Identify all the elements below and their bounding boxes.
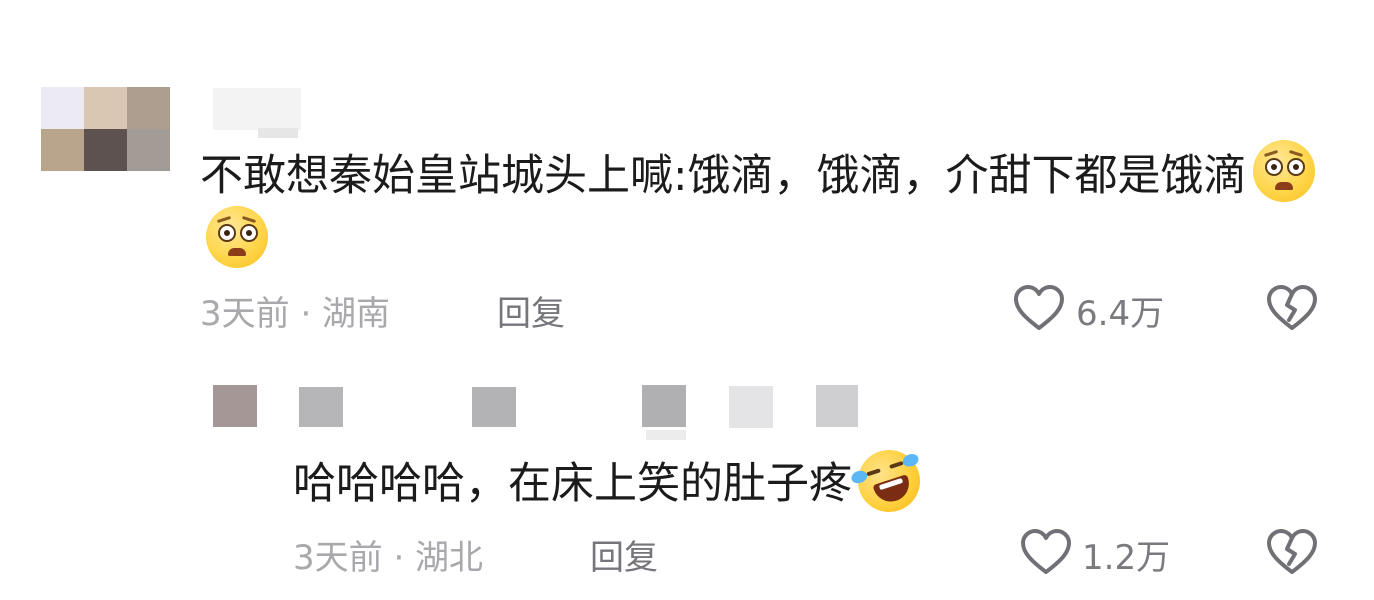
avatar[interactable] xyxy=(41,87,170,171)
reply-button[interactable]: 回复 xyxy=(497,286,565,335)
reply-avatar[interactable] xyxy=(213,385,257,427)
comment-time-location: 3天前 · 湖南 xyxy=(200,294,391,334)
reply-reply-button[interactable]: 回复 xyxy=(590,530,658,579)
dislike-broken-heart-icon[interactable] xyxy=(1266,284,1318,332)
reply-target-blurred xyxy=(816,385,858,427)
reply-target-blurred xyxy=(642,385,686,427)
reply-username-blurred xyxy=(472,387,516,427)
rolling-on-floor-laughing-icon xyxy=(849,441,929,521)
username-blurred[interactable] xyxy=(213,88,301,130)
dislike-broken-heart-icon[interactable] xyxy=(1266,528,1318,576)
reply-name-accent xyxy=(646,430,686,440)
comment-text: 不敢想秦始皇站城头上喊:饿滴，饿滴，介甜下都是饿滴 xyxy=(200,140,1330,272)
reply-time-location: 3天前 · 湖北 xyxy=(293,538,484,578)
pleading-face-icon xyxy=(206,206,268,268)
like-heart-icon[interactable] xyxy=(1020,528,1072,576)
reply-target-blurred xyxy=(729,386,773,428)
like-heart-icon[interactable] xyxy=(1013,284,1065,332)
pleading-face-icon xyxy=(1252,140,1315,202)
reply-username-blurred[interactable] xyxy=(299,387,343,427)
reply-text: 哈哈哈哈，在床上笑的肚子疼 xyxy=(293,441,1293,521)
like-count: 6.4万 xyxy=(1076,294,1165,334)
reply-body: 哈哈哈哈，在床上笑的肚子疼 xyxy=(293,459,852,509)
comment-body: 不敢想秦始皇站城头上喊:饿滴，饿滴，介甜下都是饿滴 xyxy=(200,151,1247,201)
reply-like-count: 1.2万 xyxy=(1082,538,1171,578)
username-blurred-accent xyxy=(258,128,298,138)
